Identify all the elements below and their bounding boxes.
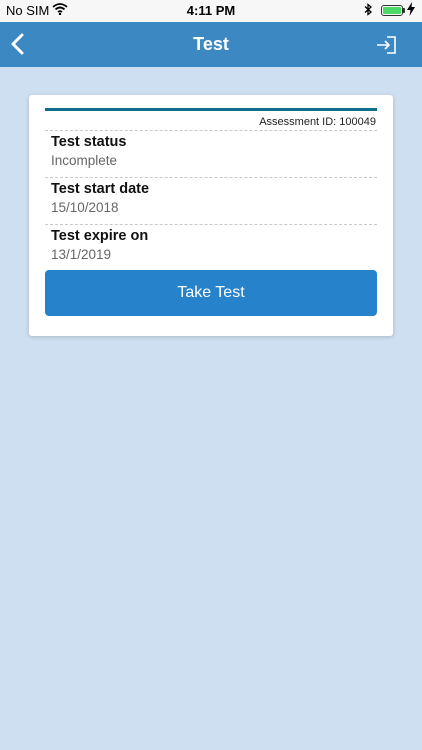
test-status-label: Test status [51,134,127,150]
test-start-date-label: Test start date [51,181,150,197]
battery-tip [403,8,405,13]
bluetooth-icon [364,3,373,19]
test-status-value: Incomplete [51,153,118,168]
test-start-date-value: 15/10/2018 [51,200,119,215]
assessment-id: Assessment ID: 100049 [259,116,376,128]
clock: 4:11 PM [186,3,236,18]
logout-icon[interactable] [374,34,398,56]
test-info-card: Assessment ID: 100049 Test status Incomp… [29,95,393,336]
page-title: Test [193,34,229,54]
test-expire-value: 13/1/2019 [51,247,112,262]
status-bar: No SIM 4:11 PM [0,0,422,22]
card-accent-bar [45,108,377,111]
app-header: Test [0,22,422,67]
take-test-button[interactable]: Take Test [45,270,377,316]
divider [45,224,377,225]
divider [45,130,377,131]
divider [45,177,377,178]
charging-icon [407,2,415,19]
test-expire-label: Test expire on [51,228,149,244]
battery-level [383,7,401,14]
battery-icon [381,5,403,16]
